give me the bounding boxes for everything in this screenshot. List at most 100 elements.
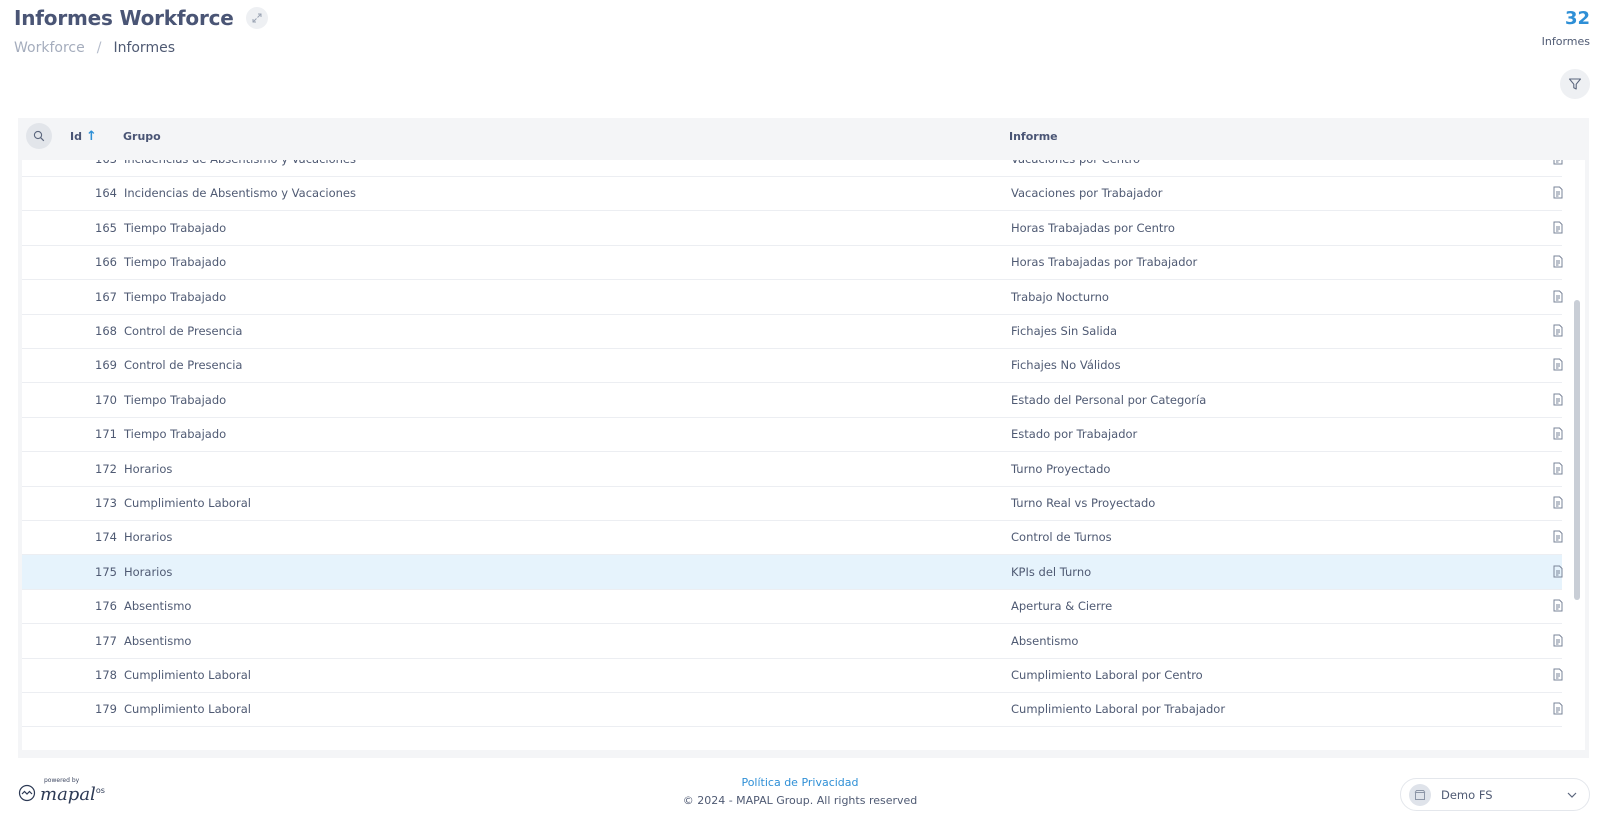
report-icon[interactable] [1552,462,1566,476]
report-icon[interactable] [1552,393,1566,407]
cell-id: 169 [95,358,117,373]
column-header-grupo[interactable]: Grupo [123,130,161,143]
cell-grupo: Tiempo Trabajado [124,289,227,304]
expand-button[interactable] [245,7,268,29]
cell-id: 167 [95,289,117,304]
filter-button[interactable] [1560,69,1590,99]
cell-grupo: Horarios [124,564,173,579]
cell-grupo: Cumplimiento Laboral [124,668,251,682]
cell-grupo: Tiempo Trabajado [124,220,227,235]
search-icon [33,130,45,142]
cell-grupo: Absentismo [124,633,192,648]
cell-id: 166 [95,255,117,270]
table-search-button[interactable] [26,123,52,149]
cell-informe: Absentismo [1011,633,1079,648]
table-row[interactable]: 172 Horarios Turno Proyectado [22,452,1563,487]
report-icon[interactable] [1552,668,1566,682]
report-icon[interactable] [1552,290,1566,304]
breadcrumb: Workforce / Informes [14,40,1600,56]
cell-informe: Estado del Personal por Categoría [1011,392,1207,407]
cell-informe: Control de Turnos [1011,530,1112,545]
table-row[interactable]: 165 Tiempo Trabajado Horas Trabajadas por … [22,211,1563,246]
expand-icon [252,13,262,23]
table-row[interactable]: 164 Incidencias de Absentismo y Vacacione… [22,176,1563,212]
report-count-label: Informes [1541,35,1590,48]
cell-id: 176 [95,599,117,614]
report-icon[interactable] [1552,530,1566,544]
table-row[interactable]: 163 Incidencias de Absentismo y Vacacione… [22,160,1563,177]
cell-id: 172 [95,461,117,476]
scrollbar-thumb[interactable] [1574,300,1580,600]
table-row[interactable]: 177 Absentismo Absentismo [22,624,1563,659]
cell-informe: KPIs del Turno [1011,564,1092,579]
table-row[interactable]: 167 Tiempo Trabajado Trabajo Nocturno [22,280,1563,315]
breadcrumb-separator: / [96,40,102,56]
cell-informe: Estado por Trabajador [1011,427,1138,442]
cell-informe: Horas Trabajadas por Centro [1011,220,1175,235]
breadcrumb-current: Informes [113,40,175,56]
table-row[interactable]: 170 Tiempo Trabajado Estado del Personal p… [22,383,1563,418]
cell-informe: Horas Trabajadas por Trabajador [1011,255,1198,270]
report-icon[interactable] [1552,221,1566,235]
table-row[interactable]: 173 Cumplimiento Laboral Turno Real vs Pro… [22,486,1563,521]
cell-id: 178 [95,668,117,682]
table-row[interactable]: 166 Tiempo Trabajado Horas Trabajadas por … [22,245,1563,281]
report-icon[interactable] [1552,186,1566,200]
report-icon[interactable] [1552,702,1566,716]
table-row[interactable]: 168 Control de Presencia Fichajes Sin Sali… [22,314,1563,349]
table-body[interactable]: 163 Incidencias de Absentismo y Vacacione… [22,160,1585,750]
cell-grupo: Horarios [124,461,173,476]
table-row[interactable]: 179 Cumplimiento Laboral Cumplimiento Labo… [22,692,1563,728]
cell-grupo: Incidencias de Absentismo y Vacaciones [124,186,356,201]
table-row[interactable]: 175 Horarios KPIs del Turno [22,554,1563,590]
cell-grupo: Control de Presencia [124,358,243,373]
report-icon[interactable] [1552,160,1566,166]
account-selector[interactable]: Demo FS [1400,778,1590,811]
cell-informe: Cumplimiento Laboral por Trabajador [1011,702,1226,717]
table-row[interactable]: 174 Horarios Control de Turnos [22,520,1563,556]
report-icon[interactable] [1552,324,1566,338]
footer: Política de Privacidad © 2024 - MAPAL Gr… [0,776,1600,807]
column-header-informe[interactable]: Informe [1009,130,1058,143]
cell-grupo: Incidencias de Absentismo y Vacaciones [124,160,356,166]
table-scrollbar[interactable] [1573,160,1581,750]
report-icon[interactable] [1552,496,1566,510]
cell-id: 163 [62,160,117,166]
table-row[interactable]: 178 Cumplimiento Laboral Cumplimiento Labo… [22,658,1563,693]
cell-grupo: Tiempo Trabajado [124,427,227,442]
cell-id: 173 [95,496,117,510]
cell-grupo: Control de Presencia [124,324,243,338]
table-row[interactable]: 171 Tiempo Trabajado Estado por Trabajador [22,417,1563,453]
report-icon[interactable] [1552,358,1566,372]
column-header-id[interactable]: Id ↑ [70,129,97,144]
copyright-text: © 2024 - MAPAL Group. All rights reserve… [682,794,918,807]
report-icon[interactable] [1552,599,1566,613]
cell-informe: Turno Proyectado [1011,461,1111,476]
cell-informe: Vacaciones por Centro [1011,160,1140,166]
filter-icon [1568,78,1582,90]
breadcrumb-workforce[interactable]: Workforce [14,40,85,56]
cell-id: 168 [95,324,117,338]
account-name: Demo FS [1441,787,1493,802]
page-header: Informes Workforce Workforce / Informes [14,6,1600,66]
cell-id: 170 [95,392,117,407]
report-icon[interactable] [1552,565,1566,579]
report-icon[interactable] [1552,634,1566,648]
table-row[interactable]: 176 Absentismo Apertura & Cierre [22,589,1563,625]
cell-grupo: Tiempo Trabajado [124,392,227,407]
cell-informe: Vacaciones por Trabajador [1011,186,1163,201]
cell-informe: Trabajo Nocturno [1011,289,1109,304]
report-icon[interactable] [1552,255,1566,269]
table-row[interactable]: 169 Control de Presencia Fichajes No Válid… [22,348,1563,384]
report-icon[interactable] [1552,427,1566,441]
cell-id: 175 [95,564,117,579]
cell-id: 164 [95,186,117,201]
table-header: Id ↑ Grupo Informe [18,118,1589,154]
privacy-policy-link[interactable]: Política de Privacidad [0,776,1600,789]
store-icon [1409,783,1431,806]
cell-id: 177 [95,633,117,648]
cell-grupo: Horarios [124,530,173,545]
reports-table: Id ↑ Grupo Informe 163 Incidencias de Abs… [18,118,1589,758]
cell-informe: Fichajes Sin Salida [1011,324,1118,338]
cell-id: 171 [95,427,117,442]
